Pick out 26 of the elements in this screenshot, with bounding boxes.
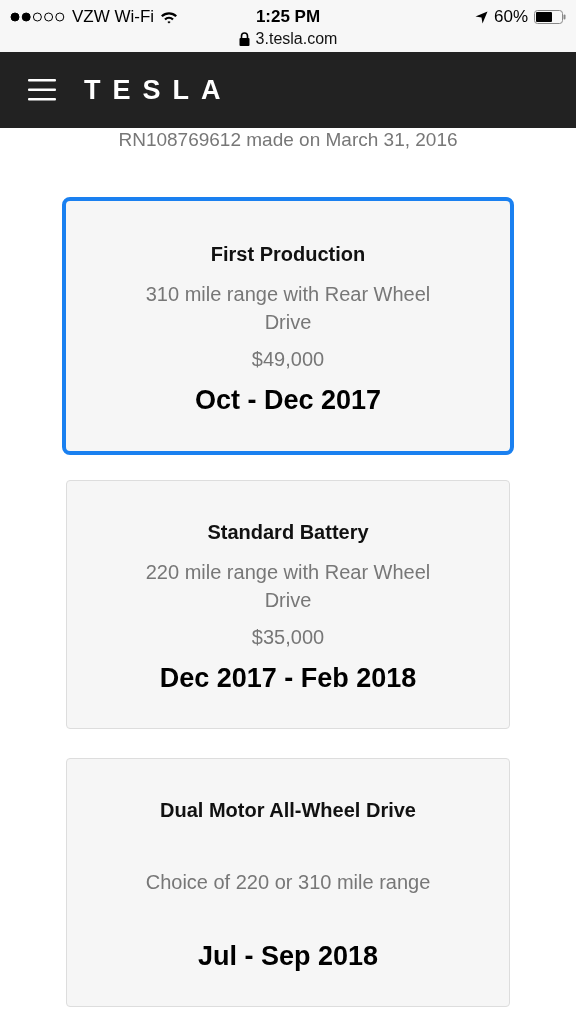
option-title: First Production (210, 243, 366, 266)
option-card[interactable]: Standard Battery 220 mile range with Rear Wheel Drive $35,000 Dec 2017 - Feb 2018 (66, 480, 510, 729)
option-card[interactable]: Dual Motor All-Wheel Drive Choice of 220 or 310 mile range Jul - Sep 2018 (66, 758, 510, 1007)
battery-percent: 60% (493, 7, 528, 27)
option-description: 220 mile range with Rear Wheel Drive (144, 560, 432, 613)
reservation-text: RN108769612 made on March 31, 2016 (118, 128, 458, 151)
option-description: 310 mile range with Rear Wheel Drive (144, 282, 432, 335)
option-price: $49,000 (251, 348, 325, 371)
location-arrow-icon (474, 10, 488, 24)
signal-icon (10, 12, 66, 22)
delivery-date: Oct - Dec 2017 (194, 385, 382, 416)
lock-icon (238, 32, 250, 46)
option-title: Dual Motor All-Wheel Drive (160, 799, 416, 822)
delivery-date: Jul - Sep 2018 (197, 941, 379, 972)
carrier-name: VZW Wi-Fi (72, 7, 155, 27)
option-title: Standard Battery (207, 521, 369, 544)
delivery-date: Dec 2017 - Feb 2018 (159, 663, 417, 694)
menu-icon[interactable] (28, 79, 56, 101)
brand-logo[interactable]: TESLA (84, 74, 233, 106)
battery-icon (534, 10, 566, 24)
option-card[interactable]: First Production 310 mile range with Rear Wheel Drive $49,000 Oct - Dec 2017 (62, 197, 514, 455)
url-text[interactable]: 3.tesla.com (255, 30, 338, 48)
wifi-icon (160, 10, 179, 24)
option-description: Choice of 220 or 310 mile range (145, 869, 431, 895)
option-price: $35,000 (251, 626, 325, 649)
clock-time: 1:25 PM (255, 7, 321, 27)
